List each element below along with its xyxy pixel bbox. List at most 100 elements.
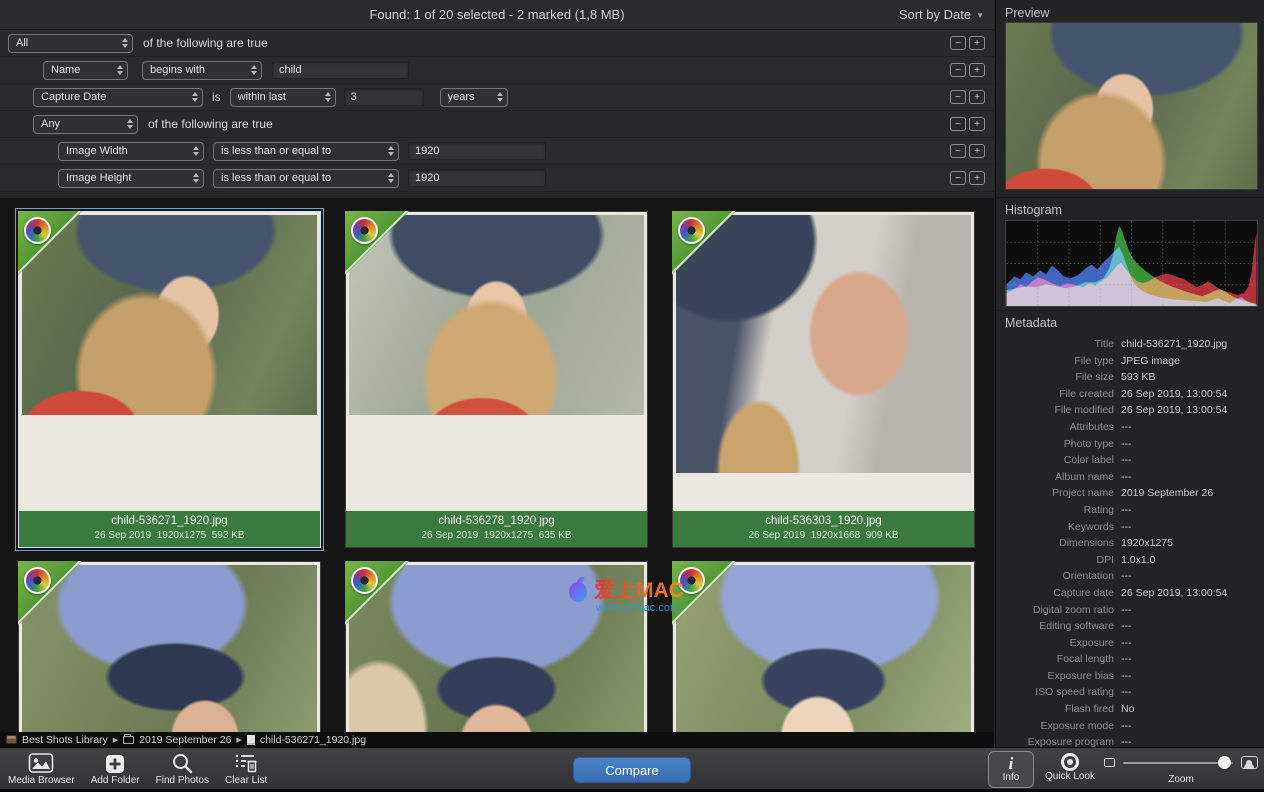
- field-select[interactable]: Image Height: [58, 169, 204, 188]
- add-rule-button[interactable]: +: [969, 144, 985, 158]
- breadcrumb-separator-icon: ▶: [236, 736, 241, 744]
- unit-select[interactable]: years: [440, 88, 508, 107]
- breadcrumb-item[interactable]: 2019 September 26: [139, 734, 231, 746]
- remove-rule-button[interactable]: −: [950, 144, 966, 158]
- remove-rule-button[interactable]: −: [950, 117, 966, 131]
- stepper-icon: [388, 173, 394, 183]
- add-rule-button[interactable]: +: [969, 36, 985, 50]
- marked-badge-icon: [24, 217, 51, 244]
- metadata-value: ---: [1121, 570, 1132, 582]
- metadata-row: Capture date 26 Sep 2019, 13:00:54: [996, 587, 1264, 604]
- divider: [996, 310, 1264, 311]
- metadata-value: ---: [1121, 637, 1132, 649]
- quick-look-icon: [1061, 753, 1079, 771]
- marked-badge-icon: [678, 217, 705, 244]
- metadata-label: Focal length: [996, 653, 1114, 665]
- operator-select[interactable]: is less than or equal to: [213, 169, 399, 188]
- clear-list-button[interactable]: Clear List: [225, 750, 267, 786]
- metadata-label: DPI: [996, 554, 1114, 566]
- operator-select[interactable]: begins with: [142, 61, 262, 80]
- value-input[interactable]: [344, 88, 424, 106]
- field-select[interactable]: Capture Date: [33, 88, 203, 107]
- metadata-label: Title: [996, 338, 1114, 350]
- sort-label: Sort by Date: [899, 7, 971, 22]
- photo-details: 26 Sep 2019 1920x1275 635 KB: [346, 527, 647, 541]
- remove-rule-button[interactable]: −: [950, 36, 966, 50]
- metadata-label: Capture date: [996, 587, 1114, 599]
- metadata-row: Exposure program---: [996, 736, 1264, 747]
- breadcrumb-item[interactable]: Best Shots Library: [22, 734, 108, 746]
- histogram-section-label: Histogram: [996, 203, 1062, 217]
- metadata-label: Digital zoom ratio: [996, 604, 1114, 616]
- add-rule-button[interactable]: +: [969, 171, 985, 185]
- metadata-value: ---: [1121, 653, 1132, 665]
- file-icon: [247, 735, 255, 745]
- find-photos-button[interactable]: Find Photos: [156, 750, 209, 786]
- stepper-icon: [251, 65, 257, 75]
- value-input[interactable]: [408, 169, 546, 187]
- metadata-value: ---: [1121, 471, 1132, 483]
- photo-thumbnail[interactable]: child-536271_1920.jpg 26 Sep 2019 1920x1…: [18, 211, 321, 548]
- field-select[interactable]: Name: [43, 61, 128, 80]
- photo-thumbnail[interactable]: [18, 561, 321, 732]
- operator-select[interactable]: within last: [230, 88, 336, 107]
- add-rule-button[interactable]: +: [969, 117, 985, 131]
- stepper-icon: [117, 65, 123, 75]
- add-folder-button[interactable]: Add Folder: [91, 750, 140, 786]
- photo-thumbnail[interactable]: child-536278_1920.jpg 26 Sep 2019 1920x1…: [345, 211, 648, 548]
- media-browser-label: Media Browser: [8, 775, 75, 786]
- photo-image: [676, 565, 971, 732]
- metadata-row: Photo type---: [996, 438, 1264, 455]
- zoom-label: Zoom: [1104, 774, 1258, 785]
- add-rule-button[interactable]: +: [969, 90, 985, 104]
- quick-look-button[interactable]: Quick Look: [1040, 753, 1100, 782]
- value-input[interactable]: [272, 61, 409, 79]
- metadata-row: Focal length ---: [996, 653, 1264, 670]
- photo-caption: child-536278_1920.jpg 26 Sep 2019 1920x1…: [346, 511, 647, 547]
- info-button[interactable]: i Info: [988, 751, 1034, 788]
- compare-button[interactable]: Compare: [573, 757, 691, 783]
- breadcrumb-item[interactable]: child-536271_1920.jpg: [260, 734, 366, 746]
- metadata-row: Project name2019 September 26: [996, 487, 1264, 504]
- metadata-row: File created26 Sep 2019, 13:00:54: [996, 388, 1264, 405]
- zoom-slider-knob[interactable]: [1218, 756, 1231, 769]
- filter-rule-row: Image Width is less than or equal to −+: [0, 138, 994, 165]
- right-sidebar: Preview Histogram Metadata Titlechild-: [995, 0, 1264, 747]
- stepper-icon: [122, 38, 128, 48]
- media-browser-button[interactable]: Media Browser: [8, 750, 75, 786]
- search-icon: [171, 750, 193, 774]
- stepper-icon: [193, 173, 199, 183]
- filter-rule-row: Name begins with −+: [0, 57, 994, 84]
- metadata-value: 26 Sep 2019, 13:00:54: [1121, 587, 1227, 599]
- value-input[interactable]: [408, 142, 546, 160]
- metadata-row: Attributes---: [996, 421, 1264, 438]
- match-select[interactable]: Any: [33, 115, 138, 134]
- operator-select[interactable]: is less than or equal to: [213, 142, 399, 161]
- metadata-label: Keywords: [996, 521, 1114, 533]
- photo-grid-area: child-536271_1920.jpg 26 Sep 2019 1920x1…: [0, 198, 994, 732]
- sort-control[interactable]: Sort by Date ▼: [899, 7, 984, 22]
- photo-thumbnail[interactable]: child-536303_1920.jpg 26 Sep 2019 1920x1…: [672, 211, 975, 548]
- match-select[interactable]: All: [8, 34, 133, 53]
- metadata-value: child-536271_1920.jpg: [1121, 338, 1227, 350]
- zoom-slider[interactable]: [1123, 762, 1233, 764]
- metadata-label: Exposure program: [996, 736, 1114, 747]
- remove-rule-button[interactable]: −: [950, 171, 966, 185]
- photo-thumbnail[interactable]: [672, 561, 975, 732]
- metadata-value: 1920x1275: [1121, 537, 1173, 549]
- zoom-control: Zoom: [1104, 756, 1258, 785]
- find-photos-label: Find Photos: [156, 775, 209, 786]
- remove-rule-button[interactable]: −: [950, 63, 966, 77]
- preview-section-label: Preview: [996, 6, 1049, 20]
- metadata-label: Orientation: [996, 570, 1114, 582]
- metadata-row: Title child-536271_1920.jpg: [996, 338, 1264, 355]
- add-rule-button[interactable]: +: [969, 63, 985, 77]
- remove-rule-button[interactable]: −: [950, 90, 966, 104]
- metadata-row: Editing software---: [996, 620, 1264, 637]
- metadata-row: Flash firedNo: [996, 703, 1264, 720]
- group-condition-text: of the following are true: [143, 36, 268, 50]
- metadata-row: Exposure bias---: [996, 670, 1264, 687]
- metadata-label: Album name: [996, 471, 1114, 483]
- field-select[interactable]: Image Width: [58, 142, 204, 161]
- metadata-value: JPEG image: [1121, 355, 1180, 367]
